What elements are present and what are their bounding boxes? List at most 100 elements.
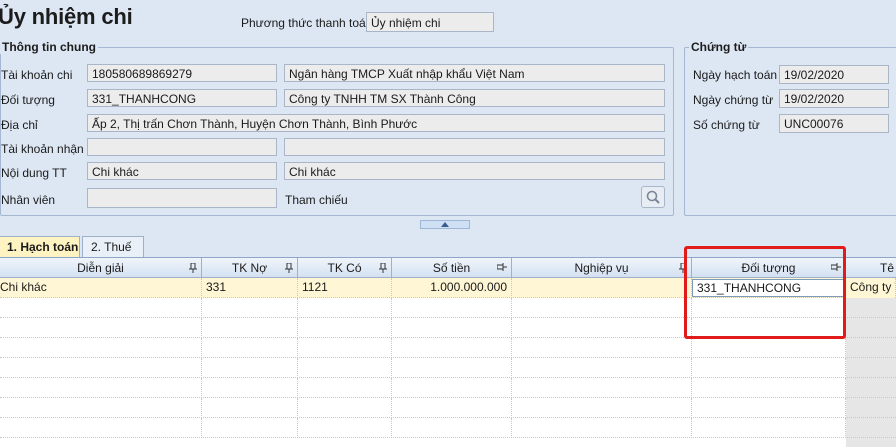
cell-empty[interactable]	[512, 298, 692, 318]
voucher-date-field[interactable]: 19/02/2020	[779, 89, 889, 108]
cell-name[interactable]: Công ty T	[846, 278, 896, 298]
general-info-title: Thông tin chung	[0, 40, 98, 54]
cell-empty[interactable]	[512, 338, 692, 358]
cell-empty[interactable]	[0, 358, 202, 378]
receive-account-label: Tài khoản nhận	[1, 142, 84, 156]
cell-empty[interactable]	[202, 418, 298, 438]
accounting-date-field[interactable]: 19/02/2020	[779, 65, 889, 84]
cell-empty[interactable]	[202, 298, 298, 318]
cell-empty[interactable]	[392, 318, 512, 338]
table-row[interactable]	[0, 398, 896, 418]
cell-empty[interactable]	[512, 358, 692, 378]
cell-empty[interactable]	[202, 398, 298, 418]
col-header-name[interactable]: Tê	[846, 258, 896, 278]
cell-empty[interactable]	[692, 378, 846, 398]
object-field[interactable]: 331_THANHCONG	[87, 89, 277, 107]
cell-empty[interactable]	[298, 318, 392, 338]
col-header-operation[interactable]: Nghiệp vụ	[512, 258, 692, 278]
payment-method-select[interactable]: Ủy nhiệm chi	[366, 12, 494, 32]
col-header-name-label: Tê	[880, 261, 895, 275]
content-field[interactable]: Chi khác	[87, 162, 277, 180]
cell-empty[interactable]	[202, 378, 298, 398]
content-label: Nội dung TT	[1, 166, 67, 180]
content-field-2[interactable]: Chi khác	[284, 162, 665, 180]
address-field[interactable]: Ấp 2, Thị trấn Chơn Thành, Huyện Chơn Th…	[87, 114, 665, 132]
table-row[interactable]	[0, 378, 896, 398]
col-header-amount[interactable]: Số tiền	[392, 258, 512, 278]
col-header-debit[interactable]: TK Nợ	[202, 258, 298, 278]
cell-empty[interactable]	[392, 378, 512, 398]
table-row[interactable]	[0, 358, 896, 378]
staff-field[interactable]	[87, 188, 277, 208]
cell-empty[interactable]	[0, 398, 202, 418]
cell-empty[interactable]	[692, 338, 846, 358]
cell-empty[interactable]	[392, 338, 512, 358]
cell-empty[interactable]	[298, 378, 392, 398]
col-header-amount-label: Số tiền	[432, 261, 471, 275]
account-field[interactable]: 18058068986927​9	[87, 64, 277, 82]
cell-empty[interactable]	[512, 318, 692, 338]
tab-accounting-label: 1. Hạch toán	[7, 240, 79, 254]
staff-label: Nhân viên	[1, 193, 56, 207]
cell-empty[interactable]	[298, 418, 392, 438]
collapse-panel-button[interactable]	[420, 220, 470, 229]
cell-empty[interactable]	[202, 338, 298, 358]
receive-account-field[interactable]	[87, 138, 277, 156]
cell-empty[interactable]	[0, 418, 202, 438]
cell-empty[interactable]	[298, 398, 392, 418]
cell-debit[interactable]: 331	[202, 278, 298, 298]
chevron-up-icon	[441, 222, 449, 227]
cell-empty[interactable]	[0, 378, 202, 398]
reference-search-button[interactable]	[641, 186, 665, 208]
cell-empty[interactable]	[692, 418, 846, 438]
cell-empty[interactable]	[512, 398, 692, 418]
cell-empty[interactable]	[392, 358, 512, 378]
cell-empty[interactable]	[512, 378, 692, 398]
cell-empty[interactable]	[0, 338, 202, 358]
cell-empty[interactable]	[0, 318, 202, 338]
reference-label: Tham chiếu	[285, 193, 348, 207]
table-row[interactable]	[0, 418, 896, 438]
cell-operation[interactable]	[512, 278, 692, 298]
object-label: Đối tượng	[1, 93, 55, 107]
pin-icon[interactable]	[379, 263, 387, 273]
pin-icon[interactable]	[497, 263, 507, 271]
cell-empty[interactable]	[202, 318, 298, 338]
payment-method-label: Phương thức thanh toán	[241, 16, 373, 30]
cell-empty[interactable]	[0, 298, 202, 318]
cell-amount[interactable]: 1.000.000.000	[392, 278, 512, 298]
tab-tax-label: 2. Thuế	[91, 240, 132, 254]
cell-empty[interactable]	[692, 358, 846, 378]
object-name-field[interactable]: Công ty TNHH TM SX Thành Công	[284, 89, 665, 107]
pin-icon[interactable]	[189, 263, 197, 273]
bank-name-field[interactable]: Ngân hàng TMCP Xuất nhập khẩu Việt Nam	[284, 64, 665, 82]
cell-empty[interactable]	[392, 398, 512, 418]
col-header-credit[interactable]: TK Có	[298, 258, 392, 278]
cell-empty[interactable]	[392, 418, 512, 438]
voucher-no-label: Số chứng từ	[693, 118, 760, 132]
voucher-no-field[interactable]: UNC00076	[779, 114, 889, 133]
col-header-credit-label: TK Có	[327, 261, 362, 275]
search-icon	[646, 190, 660, 204]
col-header-description-label: Diễn giải	[77, 261, 124, 275]
tab-tax[interactable]: 2. Thuế	[82, 236, 144, 257]
cell-empty[interactable]	[692, 398, 846, 418]
cell-empty[interactable]	[392, 298, 512, 318]
cell-credit[interactable]: 1121	[298, 278, 392, 298]
voucher-title: Chứng từ	[689, 40, 749, 54]
cell-description[interactable]: Chi khác	[0, 278, 202, 298]
cell-empty[interactable]	[298, 298, 392, 318]
cell-empty[interactable]	[298, 358, 392, 378]
col-header-description[interactable]: Diễn giải	[0, 258, 202, 278]
voucher-date-label: Ngày chứng từ	[693, 93, 774, 107]
cell-empty[interactable]	[202, 358, 298, 378]
page-title: Ủy nhiệm chi	[0, 4, 133, 29]
cell-empty[interactable]	[298, 338, 392, 358]
pin-icon[interactable]	[285, 263, 293, 273]
tab-accounting[interactable]: 1. Hạch toán	[0, 236, 80, 257]
address-label: Địa chỉ	[1, 118, 38, 132]
table-row[interactable]	[0, 338, 896, 358]
receive-bank-field[interactable]	[284, 138, 665, 156]
account-label: Tài khoản chi	[1, 68, 73, 82]
cell-empty[interactable]	[512, 418, 692, 438]
